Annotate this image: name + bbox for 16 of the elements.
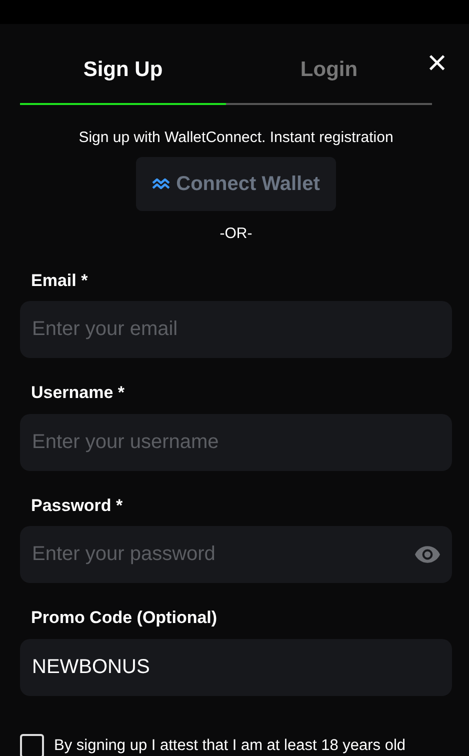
tab[interactable]: Sign Up: [20, 50, 226, 104]
checkbox[interactable]: [20, 734, 44, 756]
divider-text: -OR-: [218, 224, 254, 244]
field-label: Promo Code (Optional): [31, 607, 218, 629]
wave-icon: [152, 178, 170, 190]
field-label: Email *: [31, 270, 89, 292]
field-label: Password *: [31, 494, 124, 516]
input-field[interactable]: Enter your email: [20, 301, 452, 358]
input-field[interactable]: Enter your password: [20, 526, 452, 583]
agreement-text: By signing up I attest that I am at least 18 years old: [54, 736, 406, 756]
input-field[interactable]: NEWBONUS: [20, 638, 452, 696]
eye-icon[interactable]: [415, 546, 440, 563]
connect-wallet-button[interactable]: Connect Wallet: [136, 157, 336, 211]
field-label: Username *: [31, 382, 126, 404]
input-field[interactable]: Enter your username: [20, 414, 452, 470]
wallet-prompt: Sign up with WalletConnect. Instant registration: [78, 128, 394, 148]
